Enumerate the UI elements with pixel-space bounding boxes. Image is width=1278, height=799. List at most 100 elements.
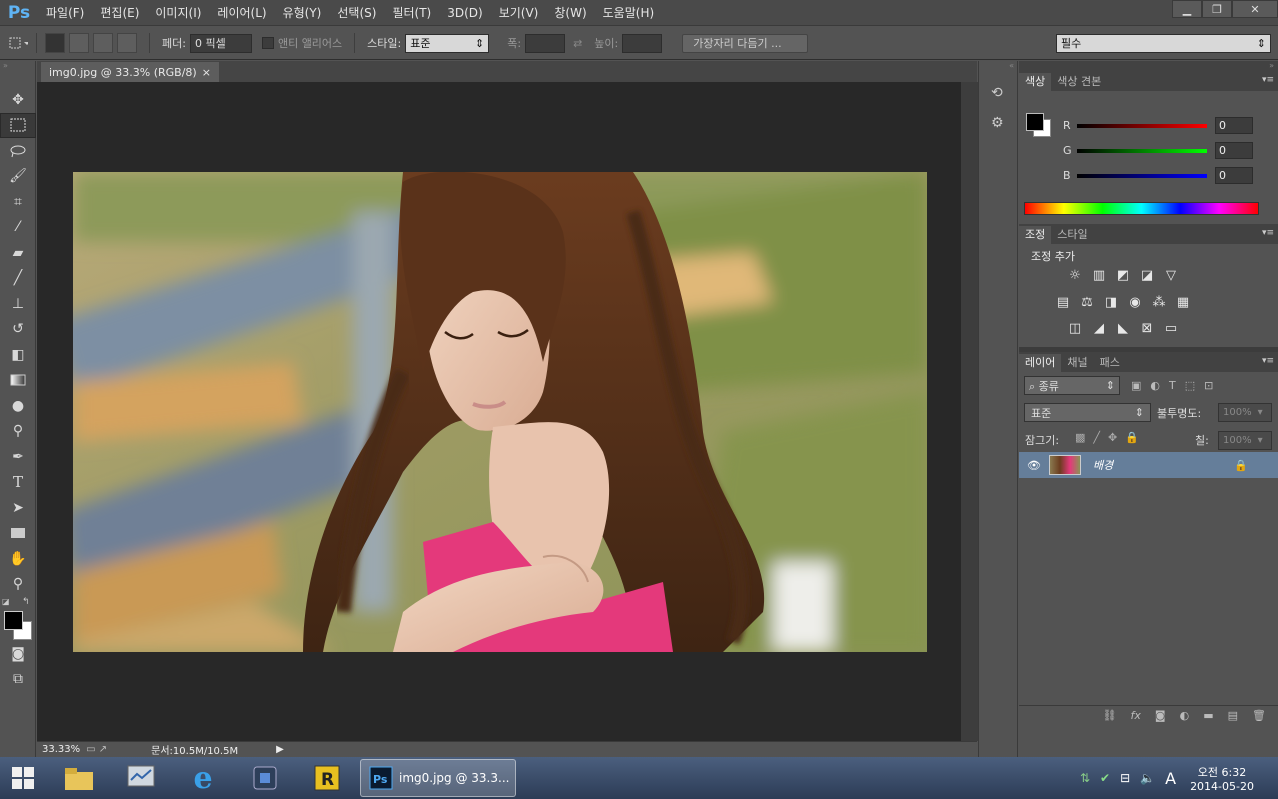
refine-edge-button[interactable]: 가장자리 다듬기 ... [682, 33, 809, 53]
pixel-filter-icon[interactable]: ▣ [1131, 379, 1141, 392]
panel-menu-icon[interactable]: ▾≡ [1262, 228, 1274, 238]
menu-select[interactable]: 선택(S) [329, 0, 384, 26]
vibrance-icon[interactable]: ▽ [1163, 268, 1179, 283]
curves-icon[interactable]: ◩ [1115, 268, 1131, 283]
channel-mixer-icon[interactable]: ⁂ [1151, 295, 1167, 310]
posterize-icon[interactable]: ◢ [1091, 321, 1107, 336]
ie-button[interactable]: e [174, 758, 232, 798]
new-layer-icon[interactable]: ▤ [1228, 709, 1238, 722]
panel-menu-icon[interactable]: ▾≡ [1262, 356, 1274, 366]
ime-indicator[interactable]: A [1165, 769, 1176, 788]
menu-edit[interactable]: 편집(E) [92, 0, 147, 26]
exposure-icon[interactable]: ◪ [1139, 268, 1155, 283]
r-value[interactable]: 0 [1215, 117, 1253, 134]
add-selection-button[interactable] [69, 33, 89, 53]
lock-pixels-icon[interactable]: ╱ [1093, 431, 1100, 444]
menu-help[interactable]: 도움말(H) [595, 0, 663, 26]
color-lookup-icon[interactable]: ▦ [1175, 295, 1191, 310]
color-spectrum-bar[interactable] [1024, 202, 1259, 215]
tab-paths[interactable]: 패스 [1094, 354, 1126, 372]
lock-transparency-icon[interactable]: ▩ [1075, 431, 1085, 444]
blend-mode-dropdown[interactable]: 표준 ⇕ [1024, 403, 1151, 422]
g-slider[interactable] [1077, 148, 1207, 153]
collapse-icon[interactable]: « [979, 61, 1017, 71]
vertical-scrollbar[interactable] [961, 82, 978, 741]
foreground-color-swatch[interactable] [1026, 113, 1044, 131]
swap-icon[interactable]: ⇄ [573, 37, 582, 50]
menu-image[interactable]: 이미지(I) [147, 0, 209, 26]
tab-swatches[interactable]: 색상 견본 [1051, 73, 1107, 91]
path-select-tool[interactable]: ➤ [0, 495, 36, 521]
type-filter-icon[interactable]: T [1169, 379, 1176, 392]
menu-filter[interactable]: 필터(T) [384, 0, 439, 26]
color-balance-icon[interactable]: ⚖ [1079, 295, 1095, 310]
feather-input[interactable]: 0 픽셀 [189, 33, 252, 53]
security-icon[interactable]: ✔ [1100, 771, 1110, 785]
tool-preset-picker[interactable] [8, 33, 28, 53]
smart-object-filter-icon[interactable]: ⊡ [1204, 379, 1213, 392]
app-button[interactable] [236, 758, 294, 798]
document-image[interactable] [73, 172, 927, 652]
shape-tool[interactable] [0, 521, 36, 547]
swap-colors-icon[interactable]: ↰ [22, 597, 30, 607]
foreground-color-swatch[interactable] [4, 611, 23, 630]
photo-filter-icon[interactable]: ◉ [1127, 295, 1143, 310]
menu-file[interactable]: 파일(F) [38, 0, 92, 26]
crop-tool[interactable]: ⌗ [0, 189, 36, 215]
tab-layers[interactable]: 레이어 [1019, 354, 1062, 372]
close-tab-icon[interactable]: × [202, 66, 211, 79]
new-group-icon[interactable]: ▬ [1203, 709, 1213, 722]
layer-style-icon[interactable]: fx [1131, 709, 1141, 722]
g-value[interactable]: 0 [1215, 142, 1253, 159]
pen-tool[interactable]: ✒ [0, 444, 36, 470]
menu-window[interactable]: 창(W) [546, 0, 594, 26]
eyedropper-tool[interactable]: ⁄ [0, 215, 36, 241]
brush-tool[interactable]: ╱ [0, 266, 36, 292]
menu-layer[interactable]: 레이어(L) [209, 0, 274, 26]
minimize-button[interactable]: ▁ [1172, 0, 1202, 18]
levels-icon[interactable]: ▥ [1091, 268, 1107, 283]
zoom-tool[interactable]: ⚲ [0, 572, 36, 598]
link-layers-icon[interactable]: ⛓ [1103, 709, 1117, 722]
zoom-level[interactable]: 33.33% [42, 744, 80, 755]
clock[interactable]: 오전 6:32 2014-05-20 [1190, 764, 1254, 793]
document-tab[interactable]: img0.jpg @ 33.3% (RGB/8) × [41, 62, 219, 82]
brightness-icon[interactable]: ☼ [1067, 268, 1083, 283]
lasso-tool[interactable] [0, 138, 36, 164]
style-dropdown[interactable]: 표준 ⇕ [405, 33, 490, 53]
threshold-icon[interactable]: ◣ [1115, 321, 1131, 336]
monitor-app-button[interactable] [112, 758, 170, 798]
close-button[interactable]: ✕ [1232, 0, 1278, 18]
start-button[interactable] [0, 758, 46, 798]
quick-mask-button[interactable]: ◙ [0, 641, 36, 667]
move-tool[interactable]: ✥ [0, 87, 36, 113]
stamp-tool[interactable]: ⊥ [0, 291, 36, 317]
quick-select-tool[interactable]: 🖌 [0, 164, 36, 190]
eraser-tool[interactable]: ◧ [0, 342, 36, 368]
tab-styles[interactable]: 스타일 [1051, 226, 1093, 244]
shape-filter-icon[interactable]: ⬚ [1185, 379, 1195, 392]
history-panel-icon[interactable]: ⟲ [991, 85, 1017, 101]
b-value[interactable]: 0 [1215, 167, 1253, 184]
dodge-tool[interactable]: ⚲ [0, 419, 36, 445]
workspace-dropdown[interactable]: 필수 ⇕ [1056, 33, 1271, 53]
hand-tool[interactable]: ✋ [0, 546, 36, 572]
default-colors-icon[interactable]: ◪ [2, 597, 10, 606]
tab-adjustments[interactable]: 조정 [1019, 226, 1052, 244]
b-slider[interactable] [1077, 173, 1207, 178]
visibility-eye-icon[interactable]: 👁 [1019, 459, 1049, 472]
delete-layer-icon[interactable]: 🗑 [1252, 709, 1266, 722]
hue-saturation-icon[interactable]: ▤ [1055, 295, 1071, 310]
status-menu-arrow-icon[interactable]: ▶ [276, 744, 284, 755]
adjustment-layer-icon[interactable]: ◐ [1180, 709, 1190, 722]
r-slider[interactable] [1077, 123, 1207, 128]
connection-icon[interactable]: ⊟ [1120, 771, 1130, 785]
opacity-input[interactable]: 100% ▾ [1218, 403, 1272, 422]
gradient-tool[interactable] [0, 368, 36, 394]
menu-view[interactable]: 보기(V) [491, 0, 547, 26]
screen-mode-button[interactable]: ⧉ [0, 667, 36, 693]
explorer-button[interactable] [50, 758, 108, 798]
panel-menu-icon[interactable]: ▾≡ [1262, 75, 1274, 85]
type-tool[interactable]: T [0, 470, 36, 496]
adjustment-filter-icon[interactable]: ◐ [1150, 379, 1160, 392]
